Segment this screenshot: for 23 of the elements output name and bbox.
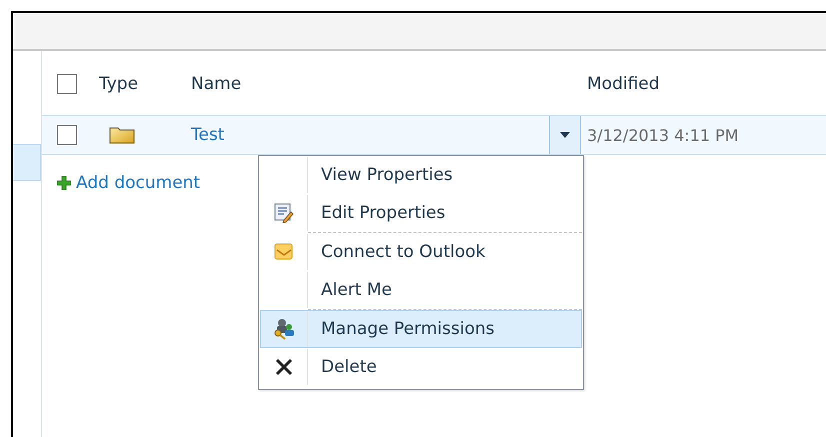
envelope-icon (274, 242, 294, 262)
add-document-link[interactable]: Add document (57, 173, 200, 193)
table-row[interactable]: Test 3/12/2013 4:11 PM (42, 115, 826, 155)
caret-icon (560, 132, 570, 138)
modified-date: 3/12/2013 4:11 PM (586, 126, 739, 144)
item-menu-button[interactable] (549, 116, 581, 154)
row-checkbox[interactable] (57, 125, 77, 145)
folder-icon (109, 126, 135, 144)
plus-icon (57, 176, 71, 190)
column-header[interactable]: Name (191, 74, 549, 94)
column-header[interactable]: Modified (581, 74, 660, 94)
people-key-icon (273, 318, 295, 340)
menu-item[interactable]: Manage Permissions (260, 310, 582, 348)
select-all-checkbox[interactable] (57, 74, 77, 94)
edit-icon (274, 203, 294, 223)
menu-item[interactable]: Delete (260, 348, 582, 386)
delete-icon (275, 358, 293, 376)
menu-item[interactable]: Edit Properties (260, 194, 582, 232)
item-name-link[interactable]: Test (191, 125, 224, 145)
column-header[interactable]: Type (99, 74, 191, 94)
menu-item[interactable]: View Properties (260, 156, 582, 194)
menu-item[interactable]: Alert Me (260, 271, 582, 309)
menu-item[interactable]: Connect to Outlook (260, 233, 582, 271)
